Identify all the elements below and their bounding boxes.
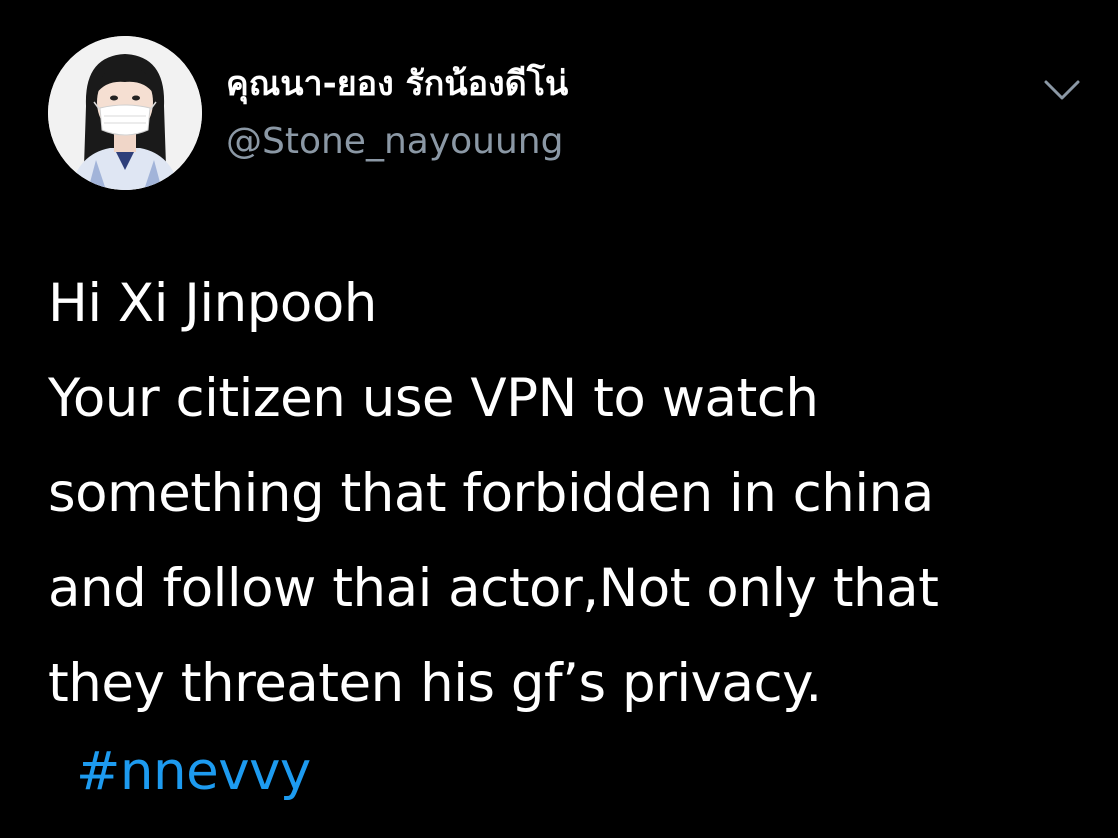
tweet-text-line: Your citizen use VPN to watch <box>48 368 819 429</box>
tweet-text-line: Hi Xi Jinpooh <box>48 273 377 334</box>
tweet-card: คุณนา-ยอง รักน้องดีโน่ @Stone_nayouung H… <box>0 0 1118 838</box>
author-handle[interactable]: @Stone_nayouung <box>226 118 563 166</box>
author-display-name[interactable]: คุณนา-ยอง รักน้องดีโน่ <box>226 60 568 108</box>
avatar-image <box>48 36 202 190</box>
chevron-down-icon[interactable] <box>1040 72 1084 108</box>
avatar[interactable] <box>48 36 202 190</box>
tweet-text-line: and follow thai actor,Not only that <box>48 558 939 619</box>
hashtag-link[interactable]: #nnevvy <box>76 724 311 819</box>
tweet-text-line: they threaten his gf’s privacy. <box>48 653 822 714</box>
tweet-text-line: something that forbidden in china <box>48 463 934 524</box>
tweet-text: Hi Xi Jinpooh Your citizen use VPN to wa… <box>48 256 1088 731</box>
